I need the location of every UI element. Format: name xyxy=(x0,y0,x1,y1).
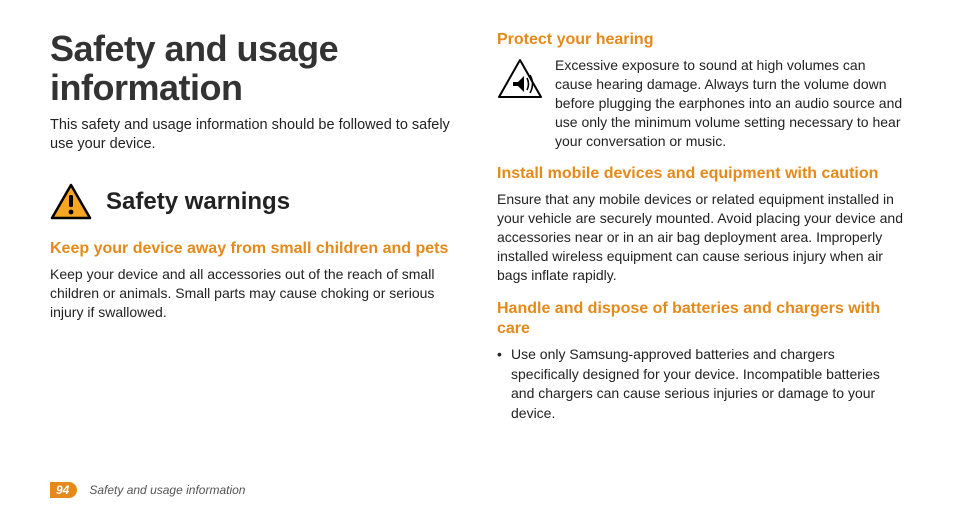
page-title: Safety and usage information xyxy=(50,30,457,108)
list-item: Use only Samsung-approved batteries and … xyxy=(497,345,904,423)
page-intro: This safety and usage information should… xyxy=(50,116,457,155)
warning-triangle-icon xyxy=(50,183,92,221)
page-number-badge: 94 xyxy=(50,482,77,498)
footer-text: Safety and usage information xyxy=(89,483,245,497)
hearing-row: Excessive exposure to sound at high volu… xyxy=(497,56,904,150)
subheading-hearing: Protect your hearing xyxy=(497,30,904,50)
subheading-children-pets: Keep your device away from small childre… xyxy=(50,239,457,259)
batteries-list: Use only Samsung-approved batteries and … xyxy=(497,345,904,423)
body-install-caution: Ensure that any mobile devices or relate… xyxy=(497,190,904,284)
left-column: Safety and usage information This safety… xyxy=(50,30,457,423)
body-children-pets: Keep your device and all accessories out… xyxy=(50,265,457,322)
safety-warnings-heading: Safety warnings xyxy=(50,183,457,221)
section-heading-text: Safety warnings xyxy=(106,188,290,216)
hearing-warning-icon xyxy=(497,56,543,105)
subheading-batteries: Handle and dispose of batteries and char… xyxy=(497,299,904,339)
subheading-install-caution: Install mobile devices and equipment wit… xyxy=(497,164,904,184)
page-footer: 94 Safety and usage information xyxy=(50,482,245,498)
right-column: Protect your hearing Excessive exposure … xyxy=(497,30,904,423)
body-hearing: Excessive exposure to sound at high volu… xyxy=(555,56,904,150)
